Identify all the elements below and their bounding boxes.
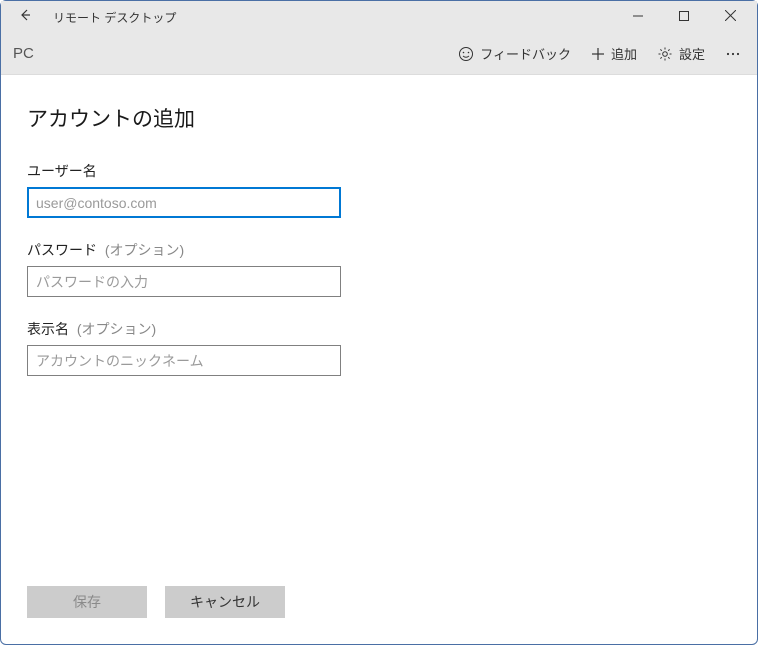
window-maximize-button[interactable] xyxy=(661,1,707,33)
smiley-icon xyxy=(458,46,474,62)
command-bar: PC フィードバック 追加 設定 xyxy=(1,33,757,75)
settings-button[interactable]: 設定 xyxy=(647,38,715,69)
view-title: PC xyxy=(13,45,34,62)
more-button[interactable] xyxy=(715,40,751,68)
displayname-label-text: 表示名 xyxy=(27,321,69,337)
maximize-icon xyxy=(679,8,689,26)
title-bar: リモート デスクトップ xyxy=(1,1,757,33)
password-input[interactable] xyxy=(27,266,341,297)
username-group: ユーザー名 xyxy=(27,161,731,218)
feedback-label: フィードバック xyxy=(480,44,571,63)
cancel-button[interactable]: キャンセル xyxy=(165,586,285,618)
add-label: 追加 xyxy=(611,44,637,63)
password-group: パスワード (オプション) xyxy=(27,240,731,297)
displayname-input[interactable] xyxy=(27,345,341,376)
password-optional-text: (オプション) xyxy=(105,242,184,258)
username-input[interactable] xyxy=(27,187,341,218)
password-label: パスワード (オプション) xyxy=(27,240,731,260)
page-title: アカウントの追加 xyxy=(27,103,731,133)
displayname-label: 表示名 (オプション) xyxy=(27,319,731,339)
content-area: アカウントの追加 ユーザー名 パスワード (オプション) 表示名 (オプション) xyxy=(1,75,757,586)
username-label: ユーザー名 xyxy=(27,161,731,181)
feedback-button[interactable]: フィードバック xyxy=(448,38,581,69)
displayname-group: 表示名 (オプション) xyxy=(27,319,731,376)
footer: 保存 キャンセル xyxy=(1,586,757,644)
close-icon xyxy=(725,8,736,26)
plus-icon xyxy=(591,47,605,61)
window-close-button[interactable] xyxy=(707,1,753,33)
back-button[interactable] xyxy=(9,8,41,27)
settings-label: 設定 xyxy=(679,44,705,63)
more-icon xyxy=(725,46,741,62)
back-arrow-icon xyxy=(18,8,32,27)
password-label-text: パスワード xyxy=(27,242,97,258)
save-button[interactable]: 保存 xyxy=(27,586,147,618)
app-title: リモート デスクトップ xyxy=(53,9,176,26)
displayname-optional-text: (オプション) xyxy=(77,321,156,337)
minimize-icon xyxy=(633,8,643,26)
add-button[interactable]: 追加 xyxy=(581,38,647,69)
window-minimize-button[interactable] xyxy=(615,1,661,33)
gear-icon xyxy=(657,46,673,62)
